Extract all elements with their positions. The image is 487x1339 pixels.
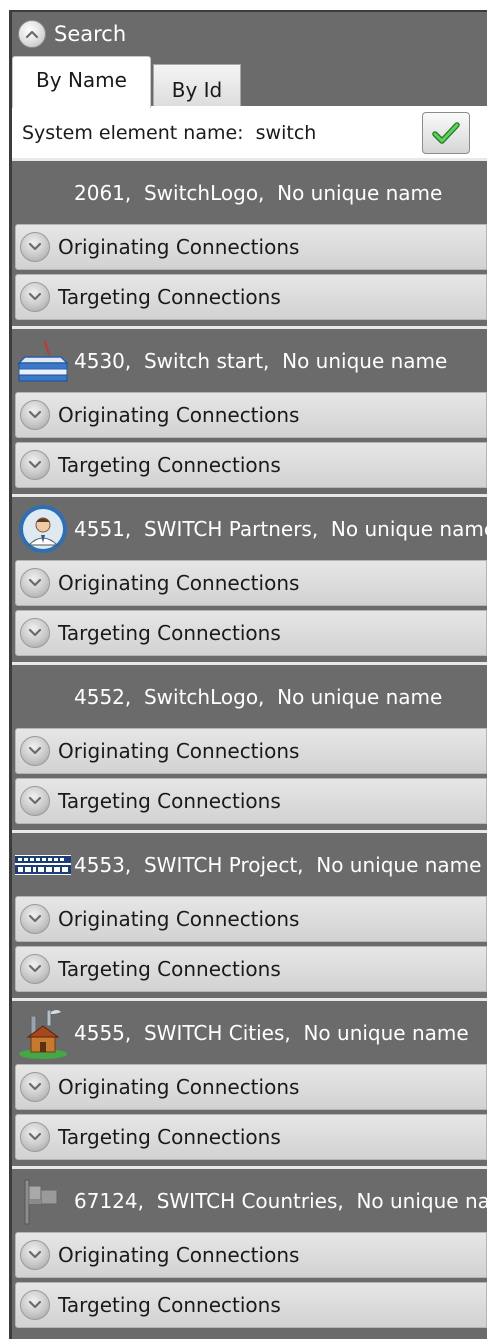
result-title-row[interactable]: 67124, SWITCH Countries, No unique name — [12, 1169, 487, 1232]
result-item: 4530, Switch start, No unique name Origi… — [12, 326, 487, 494]
originating-connections-expander[interactable]: Originating Connections — [15, 1064, 487, 1110]
filter-label: System element name: — [22, 122, 244, 144]
tab-by-name[interactable]: By Name — [12, 56, 151, 108]
search-title: Search — [54, 22, 127, 46]
chevron-down-icon[interactable] — [20, 400, 50, 430]
targeting-connections-label: Targeting Connections — [58, 789, 281, 813]
search-header[interactable]: Search — [12, 12, 487, 56]
result-title: 4551, SWITCH Partners, No unique name — [74, 516, 487, 541]
no-icon-placeholder — [12, 161, 74, 224]
chevron-down-icon[interactable] — [20, 282, 50, 312]
chevron-down-icon[interactable] — [20, 786, 50, 816]
filter-value[interactable]: switch — [256, 122, 317, 144]
chevron-down-icon[interactable] — [20, 618, 50, 648]
chevron-down-icon[interactable] — [20, 954, 50, 984]
targeting-connections-label: Targeting Connections — [58, 285, 281, 309]
targeting-connections-expander[interactable]: Targeting Connections — [15, 1114, 487, 1160]
collapse-up-icon[interactable] — [18, 20, 46, 48]
result-title: 4553, SWITCH Project, No unique name — [74, 852, 482, 877]
person-avatar-icon — [19, 504, 67, 553]
result-item: 4553, SWITCH Project, No unique name Ori… — [12, 830, 487, 998]
result-item: 4551, SWITCH Partners, No unique name Or… — [12, 494, 487, 662]
result-item: 67124, SWITCH Countries, No unique name … — [12, 1166, 487, 1334]
result-item: 4552, SwitchLogo, No unique name Origina… — [12, 662, 487, 830]
originating-connections-label: Originating Connections — [58, 571, 300, 595]
checkmark-icon — [432, 122, 460, 144]
targeting-connections-expander[interactable]: Targeting Connections — [15, 274, 487, 320]
tab-by-id[interactable]: By Id — [153, 64, 241, 108]
result-title: 67124, SWITCH Countries, No unique name — [74, 1188, 487, 1213]
originating-connections-expander[interactable]: Originating Connections — [15, 896, 487, 942]
apply-search-button[interactable] — [422, 112, 470, 154]
chevron-down-icon[interactable] — [20, 1072, 50, 1102]
chevron-down-icon[interactable] — [20, 736, 50, 766]
targeting-connections-label: Targeting Connections — [58, 453, 281, 477]
targeting-connections-expander[interactable]: Targeting Connections — [15, 442, 487, 488]
result-title: 2061, SwitchLogo, No unique name — [74, 180, 443, 205]
result-item: 2061, SwitchLogo, No unique name Origina… — [12, 158, 487, 326]
originating-connections-label: Originating Connections — [58, 739, 300, 763]
result-title-row[interactable]: 4553, SWITCH Project, No unique name — [12, 833, 487, 896]
originating-connections-expander[interactable]: Originating Connections — [15, 1232, 487, 1278]
result-title: 4530, Switch start, No unique name — [74, 348, 448, 373]
city-house-icon — [19, 1009, 67, 1059]
originating-connections-expander[interactable]: Originating Connections — [15, 728, 487, 774]
originating-connections-expander[interactable]: Originating Connections — [15, 392, 487, 438]
targeting-connections-label: Targeting Connections — [58, 621, 281, 645]
chevron-down-icon[interactable] — [20, 232, 50, 262]
result-title-row[interactable]: 4552, SwitchLogo, No unique name — [12, 665, 487, 728]
result-title-row[interactable]: 4555, SWITCH Cities, No unique name — [12, 1001, 487, 1064]
originating-connections-label: Originating Connections — [58, 235, 300, 259]
switch-logo-icon — [15, 854, 71, 875]
targeting-connections-label: Targeting Connections — [58, 1125, 281, 1149]
originating-connections-expander[interactable]: Originating Connections — [15, 224, 487, 270]
targeting-connections-label: Targeting Connections — [58, 1293, 281, 1317]
targeting-connections-label: Targeting Connections — [58, 957, 281, 981]
chevron-down-icon[interactable] — [20, 1240, 50, 1270]
chevron-down-icon[interactable] — [20, 904, 50, 934]
targeting-connections-expander[interactable]: Targeting Connections — [15, 946, 487, 992]
no-icon-placeholder — [12, 665, 74, 728]
originating-connections-label: Originating Connections — [58, 1243, 300, 1267]
result-item: 4555, SWITCH Cities, No unique name Orig… — [12, 998, 487, 1166]
result-title: 4552, SwitchLogo, No unique name — [74, 684, 443, 709]
targeting-connections-expander[interactable]: Targeting Connections — [15, 610, 487, 656]
targeting-connections-expander[interactable]: Targeting Connections — [15, 1282, 487, 1328]
chevron-down-icon[interactable] — [20, 450, 50, 480]
stacked-books-icon — [17, 340, 69, 381]
result-title-row[interactable]: 4551, SWITCH Partners, No unique name — [12, 497, 487, 560]
flag-icon — [24, 1179, 58, 1224]
originating-connections-label: Originating Connections — [58, 403, 300, 427]
targeting-connections-expander[interactable]: Targeting Connections — [15, 778, 487, 824]
result-title-row[interactable]: 4530, Switch start, No unique name — [12, 329, 487, 392]
search-tabs: By Id By Name — [12, 56, 487, 108]
originating-connections-expander[interactable]: Originating Connections — [15, 560, 487, 606]
chevron-down-icon[interactable] — [20, 1122, 50, 1152]
originating-connections-label: Originating Connections — [58, 1075, 300, 1099]
chevron-down-icon[interactable] — [20, 1290, 50, 1320]
search-panel: Search By Id By Name System element name… — [9, 10, 487, 1339]
result-list: 2061, SwitchLogo, No unique name Origina… — [12, 158, 487, 1334]
filter-row: System element name: switch — [12, 108, 487, 158]
result-title: 4555, SWITCH Cities, No unique name — [74, 1020, 469, 1045]
chevron-down-icon[interactable] — [20, 568, 50, 598]
result-title-row[interactable]: 2061, SwitchLogo, No unique name — [12, 161, 487, 224]
originating-connections-label: Originating Connections — [58, 907, 300, 931]
